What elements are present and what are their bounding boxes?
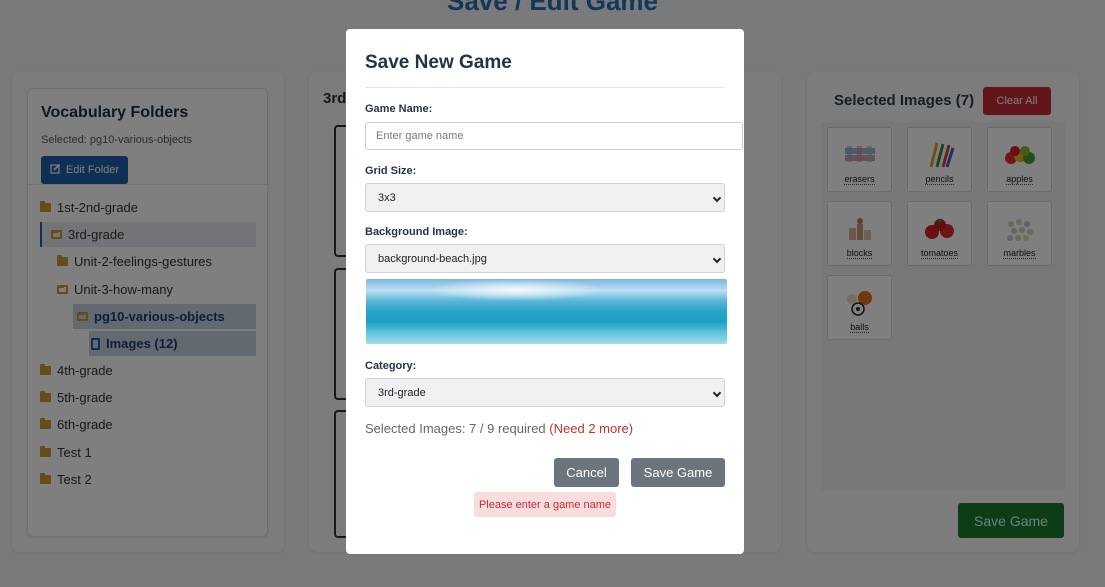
background-image-value: background-beach.jpg bbox=[378, 252, 487, 265]
category-label: Category: bbox=[365, 360, 417, 372]
background-image-select[interactable]: background-beach.jpg bbox=[365, 244, 725, 273]
game-name-input[interactable] bbox=[365, 122, 743, 150]
chevron-down-icon bbox=[712, 254, 722, 264]
selection-status-text: Selected Images: 7 / 9 required bbox=[365, 421, 546, 436]
background-image-label: Background Image: bbox=[365, 226, 468, 238]
modal-save-game-button[interactable]: Save Game bbox=[631, 458, 725, 487]
selection-status: Selected Images: 7 / 9 required (Need 2 … bbox=[365, 421, 633, 436]
chevron-down-icon bbox=[712, 193, 722, 203]
game-name-label: Game Name: bbox=[365, 103, 433, 115]
grid-size-value: 3x3 bbox=[378, 191, 396, 204]
category-value: 3rd-grade bbox=[378, 386, 426, 399]
chevron-down-icon bbox=[712, 388, 722, 398]
category-select[interactable]: 3rd-grade bbox=[365, 378, 725, 407]
save-game-modal: Save New Game Game Name: Grid Size: 3x3 … bbox=[346, 29, 744, 554]
background-preview-image bbox=[366, 279, 727, 344]
grid-size-label: Grid Size: bbox=[365, 165, 417, 177]
modal-title: Save New Game bbox=[365, 52, 512, 73]
cancel-button[interactable]: Cancel bbox=[554, 458, 619, 487]
modal-divider bbox=[365, 87, 725, 88]
error-message: Please enter a game name bbox=[474, 492, 616, 517]
grid-size-select[interactable]: 3x3 bbox=[365, 183, 725, 212]
selection-need-text: (Need 2 more) bbox=[549, 421, 634, 436]
